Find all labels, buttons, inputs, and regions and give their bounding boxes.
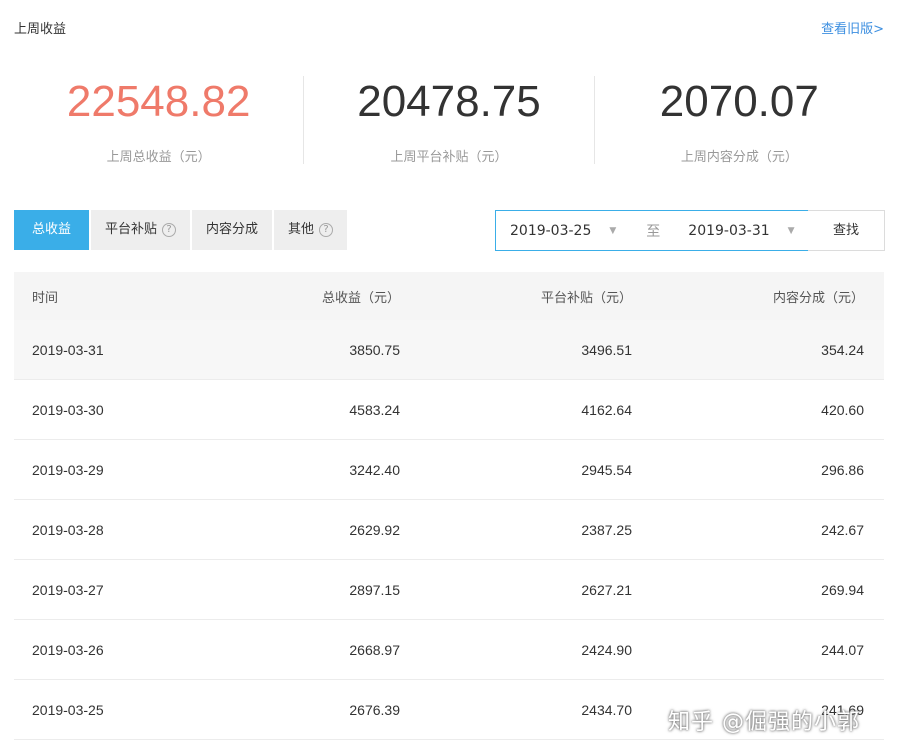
help-icon[interactable]: ? xyxy=(162,223,177,237)
cell-date: 2019-03-28 xyxy=(32,521,104,538)
caret-down-icon: ▼ xyxy=(609,225,617,236)
tab-other[interactable]: 其他 ? xyxy=(274,210,348,250)
cell-share: 269.94 xyxy=(821,581,864,598)
stat-total-value: 22548.82 xyxy=(66,77,251,126)
cell-share: 420.60 xyxy=(821,401,864,418)
start-date-value: 2019-03-25 xyxy=(510,222,592,239)
tab-label: 总收益 xyxy=(32,222,72,237)
stat-content-share: 2070.07 上周内容分成（元） xyxy=(593,76,884,165)
caret-down-icon: ▼ xyxy=(787,225,795,236)
tab-label: 内容分成 xyxy=(206,222,259,237)
cell-total: 2676.39 xyxy=(349,701,400,718)
cell-total: 2668.97 xyxy=(349,641,400,658)
cell-subsidy: 2424.90 xyxy=(581,641,632,658)
cell-date: 2019-03-29 xyxy=(32,461,104,478)
date-range-picker: 2019-03-25 ▼ 至 2019-03-31 ▼ xyxy=(495,210,809,251)
table-row: 2019-03-26 2668.97 2424.90 244.07 xyxy=(14,620,884,680)
header-subsidy: 平台补贴（元） xyxy=(540,290,632,306)
table-row: 2019-03-30 4583.24 4162.64 420.60 xyxy=(14,380,884,440)
end-date-select[interactable]: 2019-03-31 ▼ xyxy=(688,223,794,239)
cell-subsidy: 2945.54 xyxy=(581,461,632,478)
stat-subsidy-value: 20478.75 xyxy=(357,77,541,126)
cell-date: 2019-03-25 xyxy=(32,701,104,718)
header-share: 内容分成（元） xyxy=(772,290,864,306)
table-header-row: 时间 总收益（元） 平台补贴（元） 内容分成（元） xyxy=(14,272,884,320)
stat-total-income: 22548.82 上周总收益（元） xyxy=(14,76,303,165)
cell-date: 2019-03-31 xyxy=(32,341,104,358)
cell-total: 3850.75 xyxy=(349,341,400,358)
cell-subsidy: 2387.25 xyxy=(581,521,632,538)
page-header: 上周收益 查看旧版> xyxy=(14,18,884,38)
stat-total-label: 上周总收益（元） xyxy=(106,150,211,165)
cell-date: 2019-03-30 xyxy=(32,401,104,418)
summary-stats: 22548.82 上周总收益（元） 20478.75 上周平台补贴（元） 207… xyxy=(14,76,884,165)
cell-subsidy: 2627.21 xyxy=(581,581,632,598)
page-title: 上周收益 xyxy=(14,22,67,37)
stat-subsidy-label: 上周平台补贴（元） xyxy=(390,150,508,165)
cell-total: 4583.24 xyxy=(349,401,400,418)
cell-date: 2019-03-27 xyxy=(32,581,104,598)
tab-label: 平台补贴 xyxy=(105,222,158,237)
tab-total-income[interactable]: 总收益 xyxy=(14,210,90,250)
search-button[interactable]: 查找 xyxy=(808,210,885,251)
old-version-link[interactable]: 查看旧版> xyxy=(821,18,884,37)
watermark: 知乎 @倔强的小郭 xyxy=(668,710,860,735)
stat-share-value: 2070.07 xyxy=(659,77,819,126)
cell-subsidy: 2434.70 xyxy=(581,701,632,718)
cell-subsidy: 4162.64 xyxy=(581,401,632,418)
start-date-select[interactable]: 2019-03-25 ▼ xyxy=(510,223,616,239)
date-range-separator: 至 xyxy=(646,223,661,240)
table-row: 2019-03-27 2897.15 2627.21 269.94 xyxy=(14,560,884,620)
cell-share: 242.67 xyxy=(821,521,864,538)
tab-label: 其他 xyxy=(288,222,315,237)
stat-platform-subsidy: 20478.75 上周平台补贴（元） xyxy=(303,76,593,165)
cell-date: 2019-03-26 xyxy=(32,641,104,658)
cell-share: 244.07 xyxy=(821,641,864,658)
income-type-tabs: 总收益 平台补贴 ? 内容分成 其他 ? xyxy=(14,210,349,250)
header-total: 总收益（元） xyxy=(321,290,400,306)
cell-share: 296.86 xyxy=(821,461,864,478)
table-row: 2019-03-31 3850.75 3496.51 354.24 xyxy=(14,320,884,380)
table-row: 2019-03-29 3242.40 2945.54 296.86 xyxy=(14,440,884,500)
tab-platform-subsidy[interactable]: 平台补贴 ? xyxy=(91,210,191,250)
cell-total: 2897.15 xyxy=(349,581,400,598)
stat-share-label: 上周内容分成（元） xyxy=(680,150,798,165)
table-row: 2019-03-28 2629.92 2387.25 242.67 xyxy=(14,500,884,560)
cell-total: 2629.92 xyxy=(349,521,400,538)
cell-share: 354.24 xyxy=(821,341,864,358)
cell-subsidy: 3496.51 xyxy=(581,341,632,358)
header-date: 时间 xyxy=(32,290,59,306)
end-date-value: 2019-03-31 xyxy=(688,222,770,239)
help-icon[interactable]: ? xyxy=(319,223,334,237)
tab-content-share[interactable]: 内容分成 xyxy=(192,210,273,250)
cell-total: 3242.40 xyxy=(349,461,400,478)
income-table: 时间 总收益（元） 平台补贴（元） 内容分成（元） 2019-03-31 385… xyxy=(14,272,884,740)
